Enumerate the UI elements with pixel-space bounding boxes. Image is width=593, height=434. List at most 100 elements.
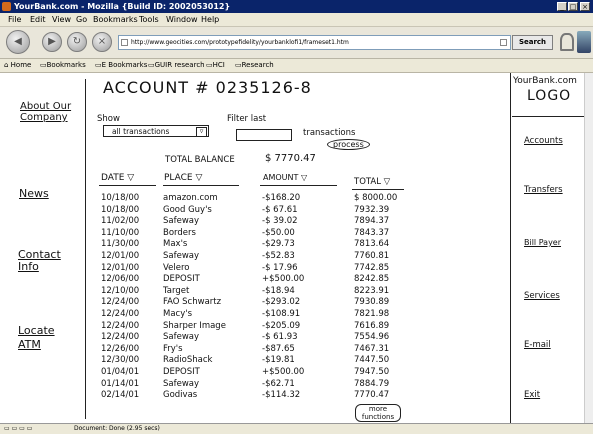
row-date: 12/30/00 — [101, 355, 140, 366]
total-balance-value: $ 7770.47 — [265, 153, 316, 164]
row-amount: -$ 39.02 — [262, 216, 298, 227]
reload-icon[interactable]: ↻ — [67, 32, 87, 52]
stop-icon[interactable]: × — [92, 32, 112, 52]
row-date: 12/10/00 — [101, 285, 140, 296]
chevron-down-icon[interactable]: ▽ — [196, 127, 207, 137]
menu-go[interactable]: Go — [76, 13, 87, 26]
menu-help[interactable]: Help — [201, 13, 219, 26]
back-icon[interactable]: ◀ — [6, 30, 30, 54]
search-label: Search — [518, 38, 547, 46]
filter-count-input[interactable] — [236, 129, 292, 141]
search-button[interactable]: Search — [512, 35, 553, 50]
row-total: 7884.79 — [354, 378, 390, 389]
row-place: Good Guy's — [163, 204, 212, 215]
nav-bill-payer[interactable]: Bill Payer — [524, 238, 561, 247]
row-amount: -$ 67.61 — [262, 204, 298, 215]
row-place: Max's — [163, 239, 188, 250]
row-date: 01/14/01 — [101, 378, 140, 389]
print-icon[interactable] — [560, 33, 574, 51]
process-button[interactable]: process — [327, 139, 370, 150]
row-total: 7947.50 — [354, 367, 390, 377]
header-place[interactable]: PLACE ▽ — [164, 173, 202, 183]
left-frame-divider — [85, 79, 86, 419]
close-button[interactable]: × — [580, 2, 590, 11]
page-content: About Our Company News Contact Info Loca… — [0, 73, 593, 423]
nav-locate-atm[interactable]: Locate ATM — [18, 324, 68, 352]
row-amount: -$18.94 — [262, 285, 295, 296]
row-amount: -$108.91 — [262, 309, 301, 319]
nav-transfers[interactable]: Transfers — [524, 185, 563, 195]
home-bookmark[interactable]: ⌂ Home — [4, 59, 31, 72]
row-total: 8242.85 — [354, 274, 390, 285]
header-date[interactable]: DATE ▽ — [101, 173, 134, 183]
row-total: $ 8000.00 — [354, 193, 398, 203]
row-amount: -$29.73 — [262, 239, 295, 250]
header-underline-date — [99, 185, 156, 186]
e-bookmarks-bookmark[interactable]: ▭E Bookmarks — [95, 59, 147, 72]
menu-view[interactable]: View — [52, 13, 71, 26]
account-title: ACCOUNT # 0235126-8 — [103, 78, 312, 97]
row-total: 7447.50 — [354, 355, 390, 366]
row-amount: -$52.83 — [262, 251, 295, 261]
guir-research-bookmark[interactable]: ▭GUIR research — [148, 59, 205, 72]
header-amount[interactable]: AMOUNT ▽ — [263, 173, 307, 182]
nav-news[interactable]: News — [19, 187, 49, 200]
row-total: 7467.31 — [354, 343, 390, 354]
row-total: 7932.39 — [354, 204, 390, 215]
bookmarks-bookmark[interactable]: ▭Bookmarks — [40, 59, 86, 72]
vertical-scrollbar[interactable] — [584, 73, 593, 423]
row-place: FAO Schwartz — [163, 297, 222, 308]
menu-bookmarks[interactable]: Bookmarks — [93, 13, 138, 26]
more-functions-button[interactable]: more functions — [355, 404, 401, 422]
row-amount: -$62.71 — [262, 378, 295, 389]
row-place: Velero — [163, 262, 190, 273]
row-total: 7616.89 — [354, 320, 390, 331]
nav-accounts[interactable]: Accounts — [524, 136, 563, 146]
nav-about-our-company[interactable]: About Our Company — [20, 101, 80, 123]
menu-window[interactable]: Window — [166, 13, 198, 26]
menu-edit[interactable]: Edit — [30, 13, 46, 26]
hci-bookmark[interactable]: ▭HCI — [206, 59, 225, 72]
show-select-value: all transactions — [112, 127, 170, 136]
window-title: YourBank.com - Mozilla {Build ID: 200205… — [14, 2, 231, 11]
nav-services[interactable]: Services — [524, 291, 560, 301]
row-total: 7894.37 — [354, 216, 390, 227]
nav-email[interactable]: E-mail — [524, 340, 551, 350]
row-total: 7760.81 — [354, 251, 390, 261]
filter-label: Filter last — [227, 114, 267, 124]
url-dropdown-icon[interactable] — [500, 39, 507, 46]
logo-line1: YourBank.com — [513, 76, 577, 86]
nav-contact-info[interactable]: Contact Info — [18, 249, 66, 273]
menu-file[interactable]: File — [8, 13, 21, 26]
row-date: 12/24/00 — [101, 332, 140, 343]
row-place: Target — [163, 285, 190, 296]
throbber-icon — [577, 31, 591, 53]
row-amount: -$293.02 — [262, 297, 301, 308]
row-amount: +$500.00 — [262, 274, 305, 285]
row-place: Safeway — [163, 251, 200, 261]
row-amount: -$19.81 — [262, 355, 295, 366]
row-date: 01/04/01 — [101, 367, 140, 377]
header-total[interactable]: TOTAL ▽ — [354, 177, 390, 187]
header-underline-total — [352, 189, 404, 190]
row-date: 11/30/00 — [101, 239, 140, 250]
url-field[interactable]: http://www.geocities.com/prototypefideli… — [118, 35, 511, 50]
row-date: 10/18/00 — [101, 193, 140, 203]
row-date: 12/01/00 — [101, 251, 140, 261]
row-amount: -$168.20 — [262, 193, 301, 203]
row-total: 7813.64 — [354, 239, 390, 250]
row-total: 8223.91 — [354, 285, 390, 296]
show-select[interactable]: all transactions ▽ — [103, 125, 209, 137]
maximize-button[interactable]: □ — [568, 2, 578, 11]
row-amount: -$114.32 — [262, 390, 301, 401]
row-amount: -$50.00 — [262, 227, 295, 238]
row-date: 12/24/00 — [101, 320, 140, 331]
minimize-button[interactable]: _ — [557, 2, 567, 11]
nav-exit[interactable]: Exit — [524, 390, 540, 400]
menu-tools[interactable]: Tools — [139, 13, 159, 26]
row-amount: -$205.09 — [262, 320, 301, 331]
row-place: Godivas — [163, 390, 198, 401]
research-bookmark[interactable]: ▭Research — [235, 59, 274, 72]
status-bar: ▭ ▭ ▭ ▭ Document: Done (2.95 secs) — [0, 423, 593, 434]
forward-icon[interactable]: ▶ — [42, 32, 62, 52]
